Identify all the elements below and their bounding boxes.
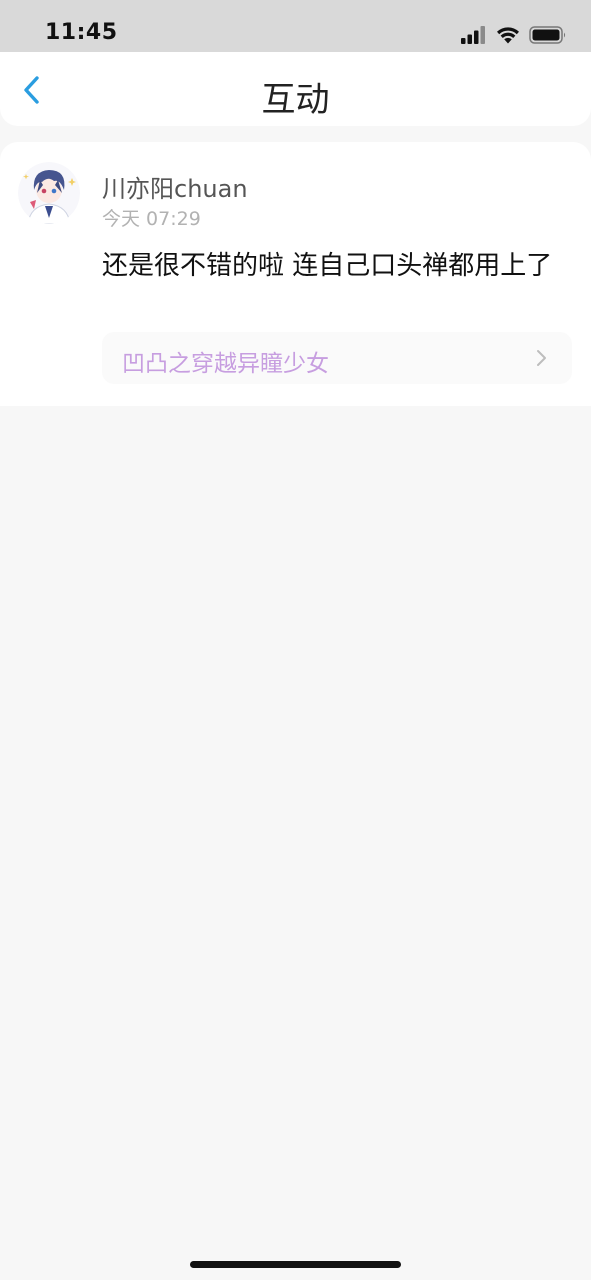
linked-work-title: 凹凸之穿越异瞳少女: [122, 351, 329, 377]
battery-icon: [529, 26, 566, 44]
avatar-illustration: [18, 162, 80, 224]
username[interactable]: 川亦阳chuan: [102, 169, 248, 204]
status-bar: 11:45: [0, 0, 591, 52]
cellular-signal-icon: [461, 26, 485, 44]
comment-card: 川亦阳chuan 今天 07:29 还是很不错的啦 连自己口头禅都用上了 凹凸之…: [0, 142, 591, 406]
navigation-header: 互动: [0, 52, 591, 126]
linked-work-button[interactable]: 凹凸之穿越异瞳少女: [102, 332, 572, 384]
wifi-icon: [497, 27, 519, 44]
timestamp: 今天 07:29: [102, 208, 201, 230]
home-indicator[interactable]: [190, 1261, 401, 1268]
chevron-right-icon: [537, 350, 546, 366]
page-title: 互动: [261, 80, 330, 120]
status-time: 11:45: [45, 20, 118, 45]
avatar[interactable]: [18, 162, 80, 224]
status-icons: [461, 24, 567, 46]
comment-text: 还是很不错的啦 连自己口头禅都用上了: [102, 251, 553, 281]
